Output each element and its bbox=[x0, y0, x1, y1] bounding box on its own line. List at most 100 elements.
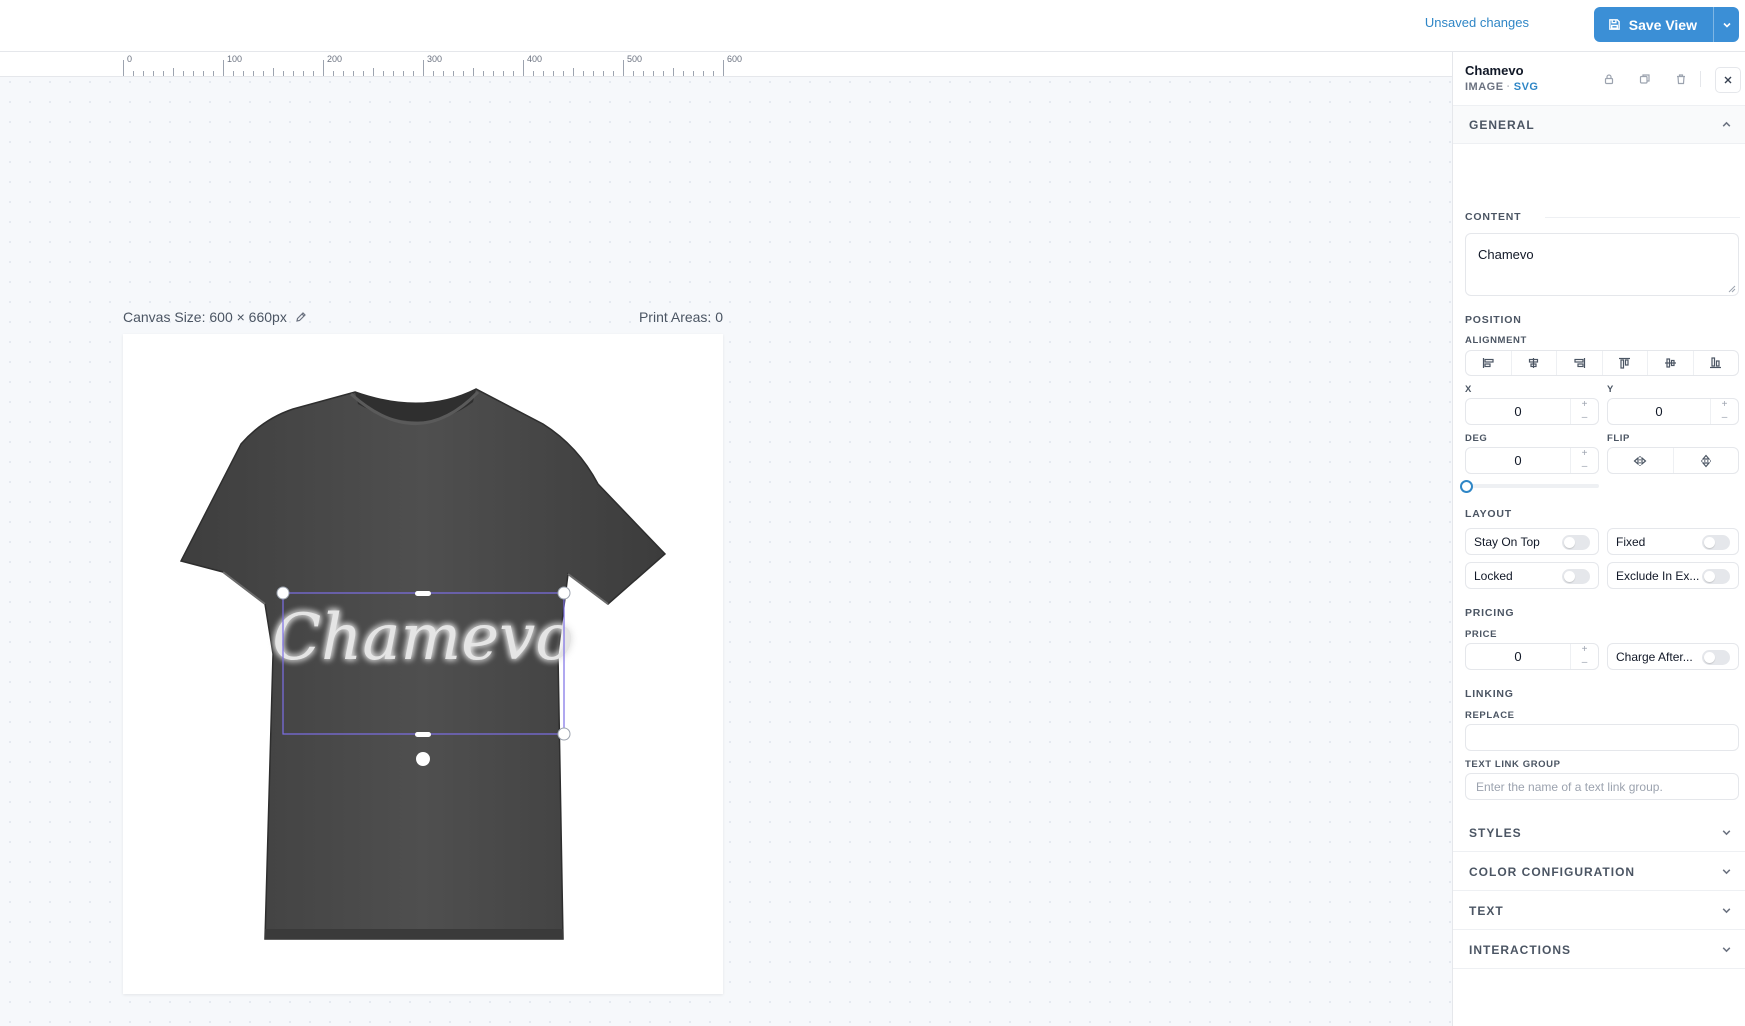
flip-vertical-icon bbox=[1700, 454, 1711, 467]
price-increment[interactable]: + bbox=[1571, 644, 1598, 657]
properties-panel: Chamevo IMAGE · SVG GENERAL CONTENT Chamev bbox=[1452, 52, 1745, 1026]
print-areas-label: Print Areas: 0 bbox=[638, 309, 723, 325]
align-right-icon bbox=[1574, 358, 1585, 368]
duplicate-icon[interactable] bbox=[1635, 69, 1655, 89]
align-top-button[interactable] bbox=[1603, 351, 1648, 375]
y-label: Y bbox=[1607, 384, 1614, 395]
y-decrement[interactable]: – bbox=[1711, 412, 1738, 425]
content-textarea[interactable]: Chamevo bbox=[1465, 233, 1739, 296]
price-value: 0 bbox=[1514, 649, 1522, 664]
chevron-up-icon bbox=[1722, 121, 1731, 127]
stay-on-top-toggle[interactable] bbox=[1562, 535, 1590, 550]
exclude-export-toggle[interactable] bbox=[1702, 569, 1730, 584]
replace-input[interactable] bbox=[1465, 724, 1739, 751]
flip-label: FLIP bbox=[1607, 433, 1630, 444]
alignment-label: ALIGNMENT bbox=[1465, 335, 1527, 346]
fixed-label: Fixed bbox=[1616, 535, 1646, 549]
canvas-size-label: Canvas Size: 600 × 660px bbox=[123, 309, 307, 325]
align-left-icon bbox=[1482, 358, 1494, 368]
align-middle-button[interactable] bbox=[1648, 351, 1694, 375]
align-center-h-button[interactable] bbox=[1512, 351, 1557, 375]
price-label: PRICE bbox=[1465, 629, 1498, 640]
x-label: X bbox=[1465, 384, 1472, 395]
layout-group-label: LAYOUT bbox=[1465, 508, 1512, 520]
y-increment[interactable]: + bbox=[1711, 399, 1738, 412]
save-view-button[interactable]: Save View bbox=[1594, 7, 1713, 42]
content-group-label: CONTENT bbox=[1465, 211, 1740, 223]
linking-group-label: LINKING bbox=[1465, 688, 1514, 700]
layout-label: LAYOUT bbox=[1465, 508, 1512, 520]
position-group-label: POSITION bbox=[1465, 314, 1522, 326]
y-input[interactable]: 0 + – bbox=[1607, 398, 1739, 425]
align-bottom-button[interactable] bbox=[1694, 351, 1739, 375]
canvas-size-text: Canvas Size: 600 × 660px bbox=[123, 309, 287, 325]
ruler-label: 400 bbox=[527, 54, 542, 64]
section-general-label: GENERAL bbox=[1469, 118, 1535, 132]
align-middle-icon bbox=[1664, 358, 1676, 368]
exclude-export-label: Exclude In Ex... bbox=[1616, 569, 1700, 583]
canvas-text-chamevo[interactable]: Chamevo bbox=[272, 601, 574, 675]
section-general-header[interactable]: GENERAL bbox=[1453, 106, 1745, 144]
section-color-configuration-header[interactable]: COLOR CONFIGURATION bbox=[1453, 853, 1745, 891]
section-text-header[interactable]: TEXT bbox=[1453, 892, 1745, 930]
chevron-down-icon bbox=[1722, 947, 1731, 953]
linking-label: LINKING bbox=[1465, 688, 1514, 700]
close-icon bbox=[1724, 76, 1732, 84]
rotation-slider-track[interactable] bbox=[1465, 484, 1599, 488]
unsaved-changes-indicator[interactable]: Unsaved changes bbox=[1425, 15, 1529, 30]
content-label: CONTENT bbox=[1465, 211, 1522, 223]
y-value: 0 bbox=[1655, 404, 1663, 419]
price-decrement[interactable]: – bbox=[1571, 657, 1598, 670]
x-input[interactable]: 0 + – bbox=[1465, 398, 1599, 425]
align-top-icon bbox=[1619, 357, 1631, 369]
pricing-label: PRICING bbox=[1465, 607, 1515, 619]
ruler-label: 0 bbox=[127, 54, 132, 64]
locked-toggle[interactable] bbox=[1562, 569, 1590, 584]
element-type-label: IMAGE bbox=[1465, 81, 1504, 93]
rotation-input[interactable]: 0 + – bbox=[1465, 447, 1599, 474]
replace-label: REPLACE bbox=[1465, 710, 1515, 721]
flip-toolbar bbox=[1607, 447, 1739, 474]
charge-after-toggle[interactable] bbox=[1702, 650, 1730, 665]
fixed-toggle-row: Fixed bbox=[1607, 528, 1739, 555]
save-icon bbox=[1608, 19, 1620, 30]
locked-toggle-row: Locked bbox=[1465, 562, 1599, 589]
section-styles-header[interactable]: STYLES bbox=[1453, 814, 1745, 852]
align-bottom-icon bbox=[1710, 357, 1722, 369]
x-increment[interactable]: + bbox=[1571, 399, 1598, 412]
x-value: 0 bbox=[1514, 404, 1522, 419]
align-right-button[interactable] bbox=[1557, 351, 1603, 375]
rotation-slider-handle[interactable] bbox=[1460, 480, 1473, 493]
align-left-button[interactable] bbox=[1466, 351, 1512, 375]
fixed-toggle[interactable] bbox=[1702, 535, 1730, 550]
x-decrement[interactable]: – bbox=[1571, 412, 1598, 425]
flip-horizontal-button[interactable] bbox=[1608, 448, 1674, 473]
pricing-group-label: PRICING bbox=[1465, 607, 1514, 619]
flip-horizontal-icon bbox=[1633, 455, 1647, 466]
stay-on-top-toggle-row: Stay On Top bbox=[1465, 528, 1599, 555]
design-canvas[interactable]: Chamevo bbox=[123, 334, 723, 994]
trash-icon[interactable] bbox=[1671, 69, 1691, 89]
workspace[interactable]: 0 100 200 300 400 500 600 Canvas Size: 6… bbox=[0, 52, 1452, 1026]
close-panel-button[interactable] bbox=[1715, 67, 1741, 93]
price-input[interactable]: 0 + – bbox=[1465, 643, 1599, 670]
section-color-configuration-label: COLOR CONFIGURATION bbox=[1469, 865, 1636, 879]
charge-after-toggle-row: Charge After... bbox=[1607, 643, 1739, 670]
top-bar: Unsaved changes Save View bbox=[0, 0, 1745, 52]
horizontal-ruler: 0 100 200 300 400 500 600 bbox=[0, 52, 1452, 77]
rotation-value: 0 bbox=[1514, 453, 1522, 468]
pencil-icon[interactable] bbox=[295, 311, 307, 323]
chevron-down-icon bbox=[1722, 830, 1731, 836]
lock-icon[interactable] bbox=[1599, 69, 1619, 89]
element-title: Chamevo bbox=[1465, 63, 1524, 78]
chevron-down-icon bbox=[1722, 869, 1731, 875]
save-options-dropdown[interactable] bbox=[1713, 7, 1739, 42]
flip-vertical-button[interactable] bbox=[1674, 448, 1739, 473]
rotation-decrement[interactable]: – bbox=[1571, 461, 1598, 474]
ruler-label: 600 bbox=[727, 54, 742, 64]
section-interactions-header[interactable]: INTERACTIONS bbox=[1453, 931, 1745, 969]
rotation-increment[interactable]: + bbox=[1571, 448, 1598, 461]
resize-handle-icon bbox=[1728, 285, 1736, 293]
section-interactions-label: INTERACTIONS bbox=[1469, 943, 1571, 957]
text-link-group-input[interactable]: Enter the name of a text link group. bbox=[1465, 773, 1739, 800]
